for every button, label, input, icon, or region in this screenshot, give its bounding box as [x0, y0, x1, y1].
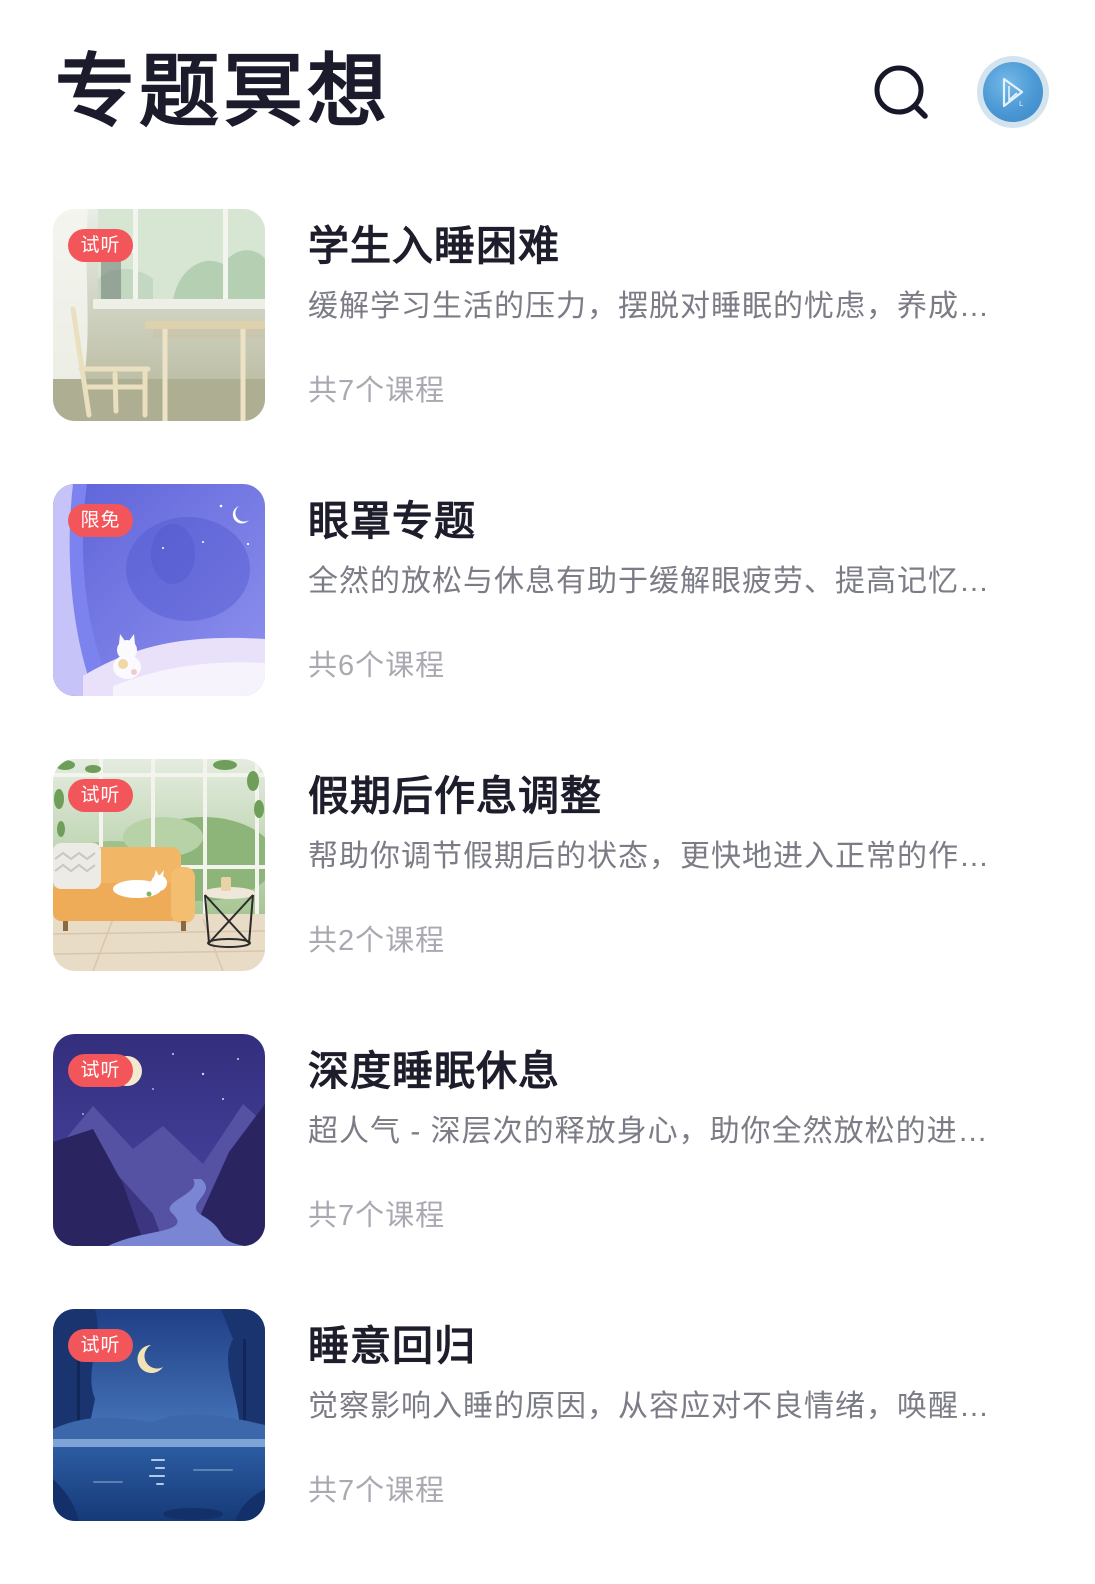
item-title: 假期后作息调整	[308, 773, 602, 819]
list-item[interactable]: 试听 深度睡眠休息 超人气 - 深层次的释放身心，助你全然放松的进… 共7个课程	[53, 1034, 1043, 1246]
free-badge: 限免	[68, 504, 133, 537]
search-button[interactable]	[871, 62, 931, 122]
thumbnail: 试听	[53, 1309, 265, 1521]
cushion	[53, 843, 101, 889]
item-title: 睡意回归	[308, 1323, 476, 1369]
course-count: 共7个课程	[308, 375, 446, 407]
item-description: 超人气 - 深层次的释放身心，助你全然放松的进…	[308, 1115, 989, 1148]
avatar-image: L	[983, 62, 1043, 122]
topic-list: 试听 学生入睡困难 缓解学习生活的压力，摆脱对睡眠的忧虑，养成… 共7个课程 限…	[53, 209, 1043, 1584]
course-count: 共7个课程	[308, 1475, 446, 1507]
page-title: 专题冥想	[55, 47, 391, 136]
item-description: 帮助你调节假期后的状态，更快地进入正常的作…	[308, 840, 990, 873]
trial-badge: 试听	[68, 229, 133, 262]
list-item[interactable]: 试听 学生入睡困难 缓解学习生活的压力，摆脱对睡眠的忧虑，养成… 共7个课程	[53, 209, 1043, 421]
trial-badge: 试听	[68, 1054, 133, 1087]
avatar-logo-icon: L	[1002, 77, 1024, 108]
item-description: 觉察影响入睡的原因，从容应对不良情绪，唤醒…	[308, 1390, 990, 1423]
list-item[interactable]: 试听 睡意回归 觉察影响入睡的原因，从容应对不良情绪，唤醒… 共7个课程	[53, 1309, 1043, 1521]
item-description: 全然的放松与休息有助于缓解眼疲劳、提高记忆…	[308, 565, 990, 598]
course-count: 共6个课程	[308, 650, 446, 682]
thumbnail: 试听	[53, 759, 265, 971]
avatar[interactable]: L	[977, 56, 1049, 128]
item-title: 眼罩专题	[308, 498, 476, 544]
item-title: 学生入睡困难	[308, 223, 560, 269]
search-icon[interactable]	[871, 62, 931, 122]
item-description: 缓解学习生活的压力，摆脱对睡眠的忧虑，养成…	[308, 290, 990, 323]
thumbnail: 试听	[53, 1034, 265, 1246]
list-item[interactable]: 试听 假期后作息调整 帮助你调节假期后的状态，更快地进入正常的作… 共2个课程	[53, 759, 1043, 971]
trial-badge: 试听	[68, 1329, 133, 1362]
horizon	[53, 1439, 265, 1447]
floor	[53, 914, 265, 971]
item-title: 深度睡眠休息	[308, 1048, 560, 1094]
course-count: 共7个课程	[308, 1200, 446, 1232]
svg-text:L: L	[1019, 100, 1023, 108]
trial-badge: 试听	[68, 779, 133, 812]
thumbnail: 试听	[53, 209, 265, 421]
thumbnail: 限免	[53, 484, 265, 696]
list-item[interactable]: 限免 眼罩专题 全然的放松与休息有助于缓解眼疲劳、提高记忆… 共6个课程	[53, 484, 1043, 696]
course-count: 共2个课程	[308, 925, 446, 957]
